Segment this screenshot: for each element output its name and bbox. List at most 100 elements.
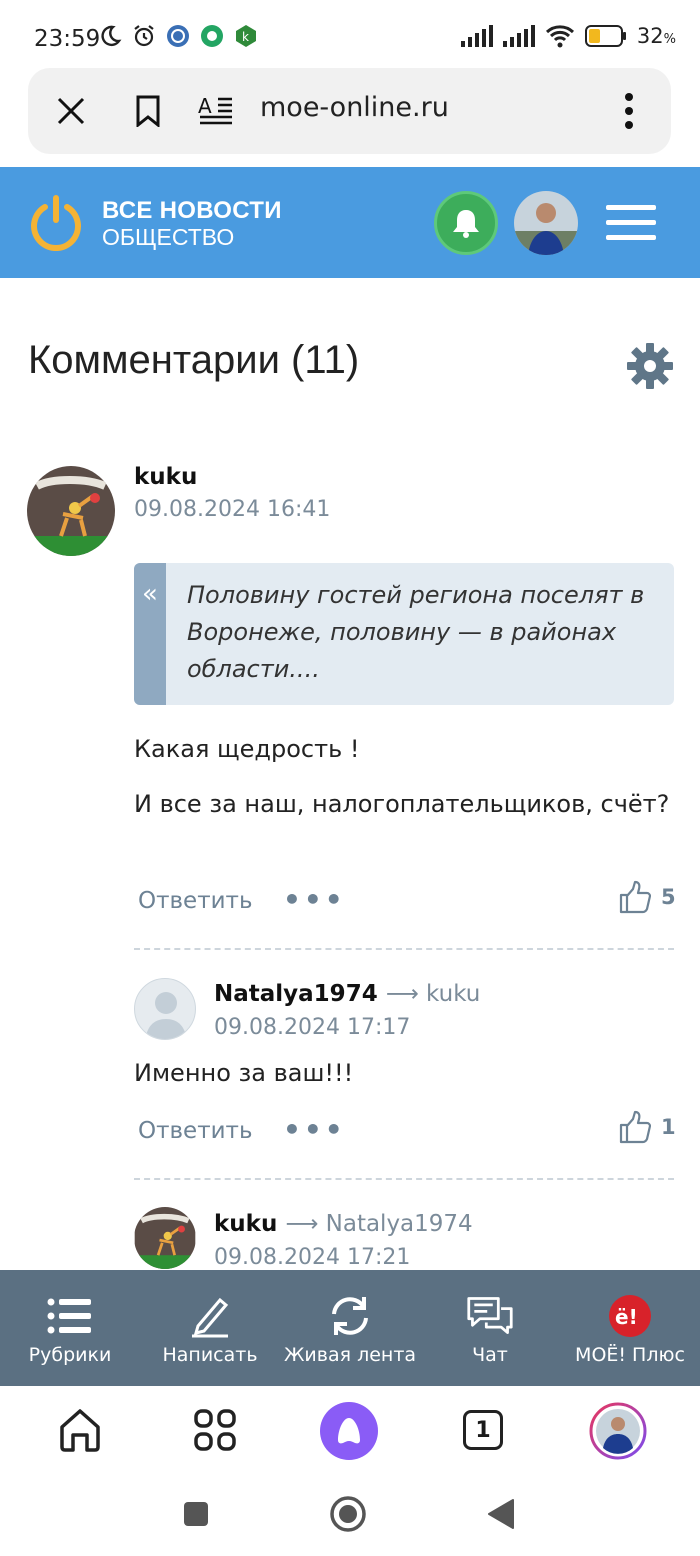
chat-icon — [467, 1297, 513, 1334]
moon-icon — [101, 25, 122, 47]
comment-author-name[interactable]: kuku — [134, 464, 197, 490]
system-nav-bar — [0, 1474, 700, 1556]
more-options-button[interactable]: ••• — [283, 1113, 346, 1146]
tab-count: 1 — [463, 1410, 503, 1450]
pencil-icon — [192, 1297, 229, 1338]
k-app-icon: k — [236, 25, 256, 47]
svg-text:ё!: ё! — [615, 1305, 638, 1329]
site-header: ВСЕ НОВОСТИ ОБЩЕСТВО — [0, 167, 700, 278]
author-link[interactable]: kuku — [214, 1211, 277, 1237]
comment-paragraph: Какая щедрость ! — [134, 735, 360, 763]
nav-item-write[interactable]: Написать — [140, 1270, 280, 1386]
home-button[interactable] — [52, 1402, 108, 1458]
like-count: 1 — [661, 1115, 676, 1139]
browser-address-bar: A moe-online.ru — [28, 68, 671, 154]
comment-paragraph: И все за наш, налогоплательщиков, счёт? — [134, 790, 670, 818]
reply-button[interactable]: Ответить — [138, 888, 253, 914]
comment-author-name: Natalya1974 ⟶ kuku — [214, 981, 480, 1007]
thumbs-up-icon — [619, 1110, 651, 1144]
browser-menu-button[interactable] — [606, 88, 652, 134]
more-options-button[interactable]: ••• — [283, 883, 346, 916]
comment-author-avatar[interactable] — [27, 466, 115, 556]
nav-item-moe-plus[interactable]: ё! МОЁ! Плюс — [560, 1270, 700, 1386]
thumbs-up-icon — [619, 880, 651, 914]
svg-text:k: k — [242, 30, 249, 44]
profile-avatar-icon — [589, 1402, 647, 1460]
user-avatar[interactable] — [514, 191, 578, 255]
system-home-button[interactable] — [328, 1494, 368, 1534]
reader-mode-icon: A — [198, 95, 232, 125]
gear-icon[interactable] — [626, 342, 674, 390]
comment-text: Именно за ваш!!! — [134, 1059, 354, 1087]
quote-text: Половину гостей региона поселят в Вороне… — [187, 581, 645, 683]
author-avatar-image-icon — [27, 466, 115, 556]
comment-divider — [134, 1178, 674, 1180]
comment-author-avatar[interactable] — [134, 1207, 196, 1269]
comment-date[interactable]: 09.08.2024 17:21 — [214, 1245, 410, 1270]
nav-item-live-feed[interactable]: Живая лента — [280, 1270, 420, 1386]
author-link[interactable]: Natalya1974 — [214, 981, 378, 1007]
square-icon — [184, 1502, 208, 1526]
comment-text: Какая щедрость ! И все за наш, налогопла… — [134, 731, 674, 823]
recents-button[interactable] — [176, 1494, 216, 1534]
section-title[interactable]: ОБЩЕСТВО — [102, 224, 234, 251]
app-notification-icon — [167, 25, 189, 47]
back-triangle-icon — [488, 1499, 514, 1529]
site-logo-power-icon[interactable] — [28, 195, 84, 251]
bookmark-button[interactable] — [125, 88, 171, 134]
list-icon — [47, 1298, 91, 1334]
reply-to-link[interactable]: ⟶ kuku — [386, 981, 481, 1007]
circle-home-icon — [330, 1496, 366, 1532]
url-text[interactable]: moe-online.ru — [260, 92, 449, 123]
comment-author-name: kuku ⟶ Natalya1974 — [214, 1211, 473, 1237]
nav-item-label: Живая лента — [283, 1344, 417, 1366]
bookmark-icon — [136, 95, 160, 127]
battery-icon — [584, 25, 626, 47]
like-button[interactable]: 1 — [619, 1110, 676, 1144]
apps-button[interactable] — [187, 1402, 243, 1458]
reply-button[interactable]: Ответить — [138, 1118, 253, 1144]
comment-author-avatar[interactable] — [134, 978, 196, 1040]
tabs-button[interactable]: 1 — [455, 1402, 511, 1458]
comment-divider — [134, 948, 674, 950]
screen: 23:59 k 32% A moe-online.ru ВСЕ НОВОСТИ … — [0, 0, 700, 1556]
hamburger-menu-icon[interactable] — [606, 203, 656, 243]
comment-date[interactable]: 09.08.2024 17:17 — [214, 1015, 410, 1040]
browser-toolbar: 1 — [0, 1386, 700, 1474]
alice-icon — [320, 1402, 378, 1460]
nav-item-label: Написать — [162, 1344, 258, 1366]
comments-heading: Комментарии (11) — [28, 338, 360, 382]
moe-plus-icon: ё! — [609, 1295, 651, 1337]
quoted-article-block[interactable]: « Половину гостей региона поселят в Воро… — [134, 563, 674, 705]
status-bar: 23:59 k 32% — [0, 0, 700, 78]
default-user-icon — [145, 992, 187, 1039]
signal-icon — [460, 25, 493, 47]
reply-to-link[interactable]: ⟶ Natalya1974 — [285, 1211, 472, 1237]
bell-icon — [453, 210, 479, 238]
site-bottom-nav: Рубрики Написать Живая лента Чат ё! МОЁ!… — [0, 1270, 700, 1386]
like-button[interactable]: 5 — [619, 880, 676, 914]
back-button[interactable] — [480, 1494, 520, 1534]
alice-assistant-button[interactable] — [320, 1402, 378, 1460]
site-title[interactable]: ВСЕ НОВОСТИ — [102, 197, 282, 225]
close-icon — [57, 97, 85, 125]
more-vertical-icon — [625, 93, 633, 129]
nav-item-label: МОЁ! Плюс — [575, 1344, 685, 1366]
refresh-icon — [332, 1297, 368, 1335]
comment-date[interactable]: 09.08.2024 16:41 — [134, 497, 330, 522]
nav-item-rubrics[interactable]: Рубрики — [0, 1270, 140, 1386]
status-time: 23:59 — [34, 26, 101, 52]
quote-icon: « — [134, 563, 166, 705]
nav-item-label: Рубрики — [28, 1344, 112, 1366]
alarm-icon — [134, 25, 154, 47]
home-icon — [60, 1409, 100, 1452]
like-count: 5 — [661, 885, 676, 909]
svg-text:A: A — [198, 95, 212, 118]
nav-item-chat[interactable]: Чат — [420, 1270, 560, 1386]
profile-button[interactable] — [589, 1402, 647, 1460]
author-avatar-image-icon — [134, 1207, 196, 1269]
signal-2-icon — [502, 25, 535, 47]
close-tab-button[interactable] — [48, 88, 94, 134]
reader-mode-button[interactable]: A — [193, 88, 239, 134]
notifications-button[interactable] — [434, 191, 498, 255]
